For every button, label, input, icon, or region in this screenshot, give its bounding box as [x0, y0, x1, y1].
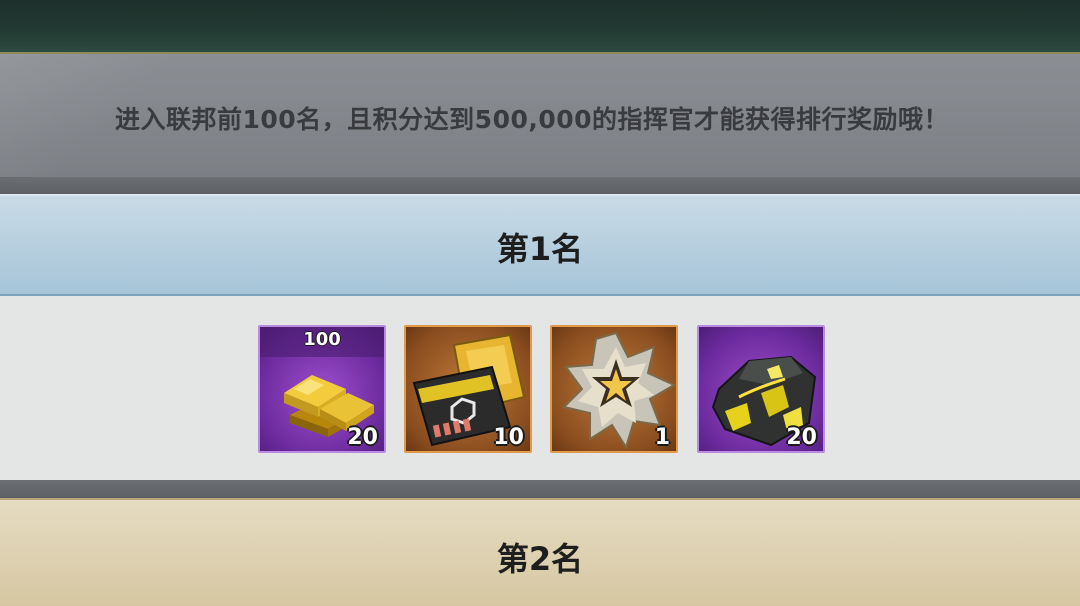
reward-item-medal[interactable]: 1 — [550, 325, 678, 453]
reward-tag: 100 — [303, 329, 341, 350]
reward-notice-text: 进入联邦前100名，且积分达到500,000的指挥官才能获得排行奖励哦！ — [115, 105, 950, 134]
reward-item-ore[interactable]: 20 — [697, 325, 825, 453]
reward-count: 20 — [786, 425, 817, 450]
rank-1-rewards: 100 20 10 1 20 — [0, 296, 1080, 480]
reward-item-gold[interactable]: 100 20 — [258, 325, 386, 453]
reward-count: 1 — [654, 425, 670, 450]
divider-bar — [0, 177, 1080, 194]
top-decorative-strip — [0, 0, 1080, 54]
reward-notice-panel: 进入联邦前100名，且积分达到500,000的指挥官才能获得排行奖励哦！ — [0, 54, 1080, 177]
rank-2-header: 第2名 — [0, 498, 1080, 606]
rank-2-title: 第2名 — [496, 540, 584, 578]
reward-count: 20 — [347, 425, 378, 450]
reward-item-card[interactable]: 10 — [404, 325, 532, 453]
reward-count: 10 — [493, 425, 524, 450]
rank-1-header: 第1名 — [0, 194, 1080, 296]
divider-bar — [0, 480, 1080, 498]
rank-1-title: 第1名 — [496, 230, 584, 268]
